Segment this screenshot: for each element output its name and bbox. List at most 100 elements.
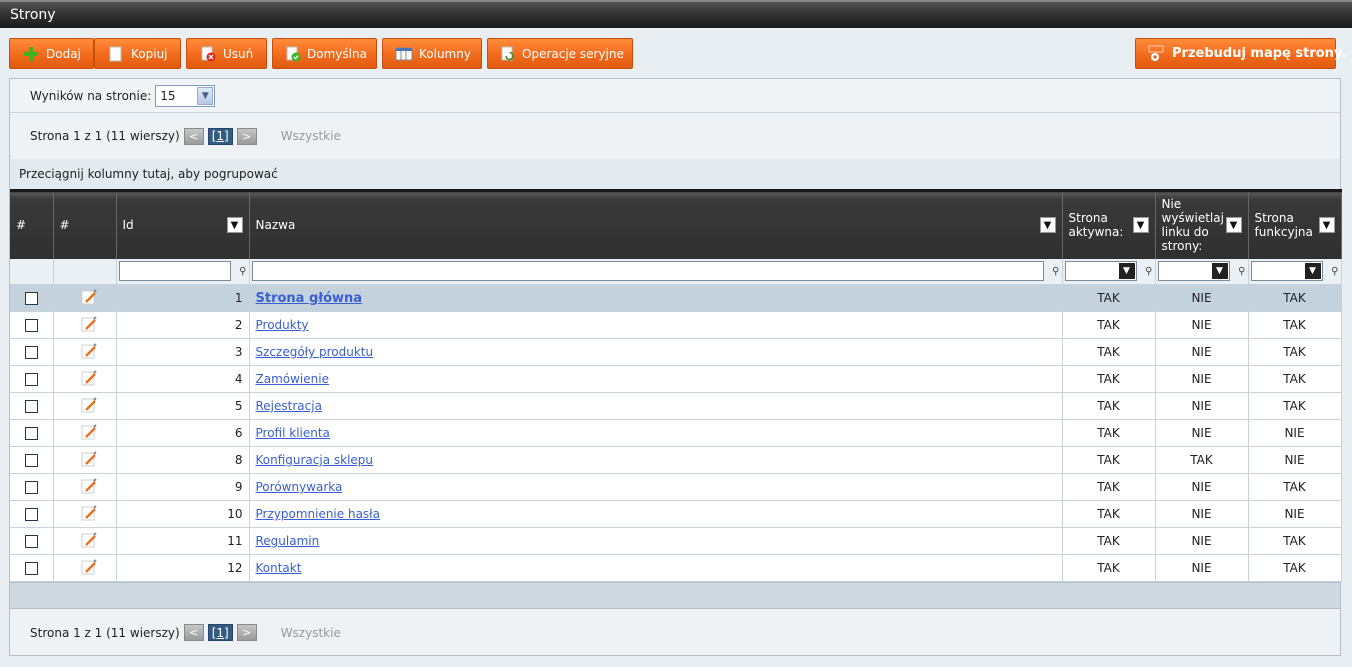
table-row[interactable]: 8 Konfiguracja sklepu TAK TAK NIE: [10, 446, 1342, 474]
per-page-value: 15: [160, 88, 176, 103]
page-name-link[interactable]: Regulamin: [256, 534, 320, 548]
table-row[interactable]: 9 Porównywarka TAK NIE TAK: [10, 473, 1342, 501]
row-id: 1: [116, 284, 250, 312]
row-name-cell: Rejestracja: [249, 392, 1063, 420]
table-row[interactable]: 11 Regulamin TAK NIE TAK: [10, 527, 1342, 555]
edit-icon[interactable]: [80, 315, 98, 336]
hide-filter-select[interactable]: ▼: [1157, 261, 1230, 282]
per-page-label: Wyników na stronie:: [30, 88, 152, 103]
window-title: Strony: [0, 0, 1352, 28]
edit-icon[interactable]: [80, 288, 98, 309]
per-page-select[interactable]: 15 ▼: [155, 84, 216, 107]
table-row[interactable]: 10 Przypomnienie hasła TAK NIE NIE: [10, 500, 1342, 528]
edit-icon[interactable]: [80, 423, 98, 444]
sort-menu-icon[interactable]: ▼: [1132, 217, 1149, 234]
table-row[interactable]: 2 Produkty TAK NIE TAK: [10, 311, 1342, 339]
copy-button[interactable]: Kopiuj: [94, 38, 181, 69]
sort-menu-icon[interactable]: ▼: [1039, 217, 1056, 234]
row-checkbox[interactable]: [25, 373, 38, 386]
edit-icon[interactable]: [80, 531, 98, 552]
filter-icon[interactable]: ⚲: [1331, 266, 1338, 277]
row-functional: TAK: [1248, 473, 1342, 501]
table-row[interactable]: 6 Profil klienta TAK NIE NIE: [10, 419, 1342, 447]
col-header-name[interactable]: Nazwa ▼: [249, 189, 1063, 259]
table-row[interactable]: 3 Szczegóły produktu TAK NIE TAK: [10, 338, 1342, 366]
row-checkbox[interactable]: [25, 481, 38, 494]
name-filter-input[interactable]: [251, 261, 1044, 282]
row-active: TAK: [1062, 446, 1156, 474]
rebuild-label: Przebuduj mapę strony.: [1172, 46, 1347, 61]
row-checkbox[interactable]: [25, 454, 38, 467]
table-body: 1 Strona główna TAK NIE TAK 2 Produkty TAK NIE TA…: [10, 284, 1342, 582]
edit-icon[interactable]: [80, 504, 98, 525]
batch-label: Operacje seryjne: [522, 46, 624, 61]
active-filter-select[interactable]: ▼: [1064, 261, 1137, 282]
row-active: TAK: [1062, 473, 1156, 501]
edit-icon[interactable]: [80, 396, 98, 417]
filter-cell-active: ▼ ⚲: [1062, 258, 1156, 285]
show-all-link[interactable]: Wszystkie: [281, 626, 341, 640]
col-header-active[interactable]: Strona aktywna: ▼: [1062, 189, 1156, 259]
table-row[interactable]: 12 Kontakt TAK NIE TAK: [10, 554, 1342, 582]
sort-menu-icon[interactable]: ▼: [1318, 217, 1335, 234]
group-by-area[interactable]: Przeciągnij kolumny tutaj, aby pogrupowa…: [10, 159, 1340, 189]
row-checkbox[interactable]: [25, 400, 38, 413]
page-name-link[interactable]: Produkty: [256, 318, 309, 332]
filter-icon[interactable]: ⚲: [1238, 266, 1245, 277]
row-name-cell: Regulamin: [249, 527, 1063, 555]
page-name-link[interactable]: Szczegóły produktu: [256, 345, 374, 359]
row-hide-link: NIE: [1155, 554, 1249, 582]
row-checkbox[interactable]: [25, 319, 38, 332]
table-row[interactable]: 1 Strona główna TAK NIE TAK: [10, 284, 1342, 312]
functional-filter-select[interactable]: ▼: [1250, 261, 1323, 282]
edit-icon[interactable]: [80, 558, 98, 579]
row-checkbox[interactable]: [25, 562, 38, 575]
page-name-link[interactable]: Rejestracja: [256, 399, 322, 413]
row-checkbox[interactable]: [25, 535, 38, 548]
row-hide-link: NIE: [1155, 527, 1249, 555]
table-row[interactable]: 5 Rejestracja TAK NIE TAK: [10, 392, 1342, 420]
next-page-button[interactable]: >: [236, 127, 257, 145]
filter-icon[interactable]: ⚲: [1052, 266, 1059, 277]
row-select-cell: [10, 338, 54, 366]
page-name-link[interactable]: Strona główna: [256, 291, 363, 306]
pager-info: Strona 1 z 1 (11 wierszy): [30, 129, 180, 143]
page-name-link[interactable]: Zamówienie: [256, 372, 329, 386]
prev-page-button[interactable]: <: [183, 624, 204, 641]
delete-button[interactable]: Usuń: [186, 38, 267, 69]
id-filter-input[interactable]: [118, 261, 231, 282]
rebuild-sitemap-button[interactable]: Przebuduj mapę strony.: [1135, 38, 1346, 69]
page-name-link[interactable]: Kontakt: [256, 561, 302, 575]
default-button[interactable]: Domyślna: [272, 38, 377, 69]
page-name-link[interactable]: Przypomnienie hasła: [256, 507, 380, 521]
page-name-link[interactable]: Konfiguracja sklepu: [256, 453, 374, 467]
edit-icon[interactable]: [80, 450, 98, 471]
row-checkbox[interactable]: [25, 508, 38, 521]
sort-menu-icon[interactable]: ▼: [1225, 217, 1242, 234]
col-header-id[interactable]: Id ▼: [116, 189, 250, 259]
edit-icon[interactable]: [80, 369, 98, 390]
next-page-button[interactable]: >: [236, 624, 257, 641]
columns-button[interactable]: Kolumny: [382, 38, 482, 69]
col-header-hide-link[interactable]: Nie wyświetlaj linku do strony: ▼: [1155, 189, 1249, 259]
current-page-link[interactable]: [1]: [207, 127, 233, 145]
row-checkbox[interactable]: [25, 346, 38, 359]
show-all-link[interactable]: Wszystkie: [281, 129, 341, 143]
current-page-link[interactable]: [1]: [207, 624, 233, 641]
filter-icon[interactable]: ⚲: [1145, 266, 1152, 277]
sort-menu-icon[interactable]: ▼: [226, 217, 243, 234]
chevron-down-icon: ▼: [197, 86, 214, 105]
add-button[interactable]: Dodaj: [9, 38, 94, 69]
col-header-functional[interactable]: Strona funkcyjna ▼: [1248, 189, 1342, 259]
page-name-link[interactable]: Porównywarka: [256, 480, 343, 494]
page-name-link[interactable]: Profil klienta: [256, 426, 330, 440]
row-checkbox[interactable]: [25, 427, 38, 440]
row-checkbox[interactable]: [25, 292, 38, 305]
edit-icon[interactable]: [80, 477, 98, 498]
prev-page-button[interactable]: <: [183, 127, 204, 145]
col-id-label: Id: [122, 218, 134, 233]
table-row[interactable]: 4 Zamówienie TAK NIE TAK: [10, 365, 1342, 393]
batch-operations-button[interactable]: Operacje seryjne: [487, 38, 633, 69]
filter-icon[interactable]: ⚲: [239, 266, 246, 277]
edit-icon[interactable]: [80, 342, 98, 363]
